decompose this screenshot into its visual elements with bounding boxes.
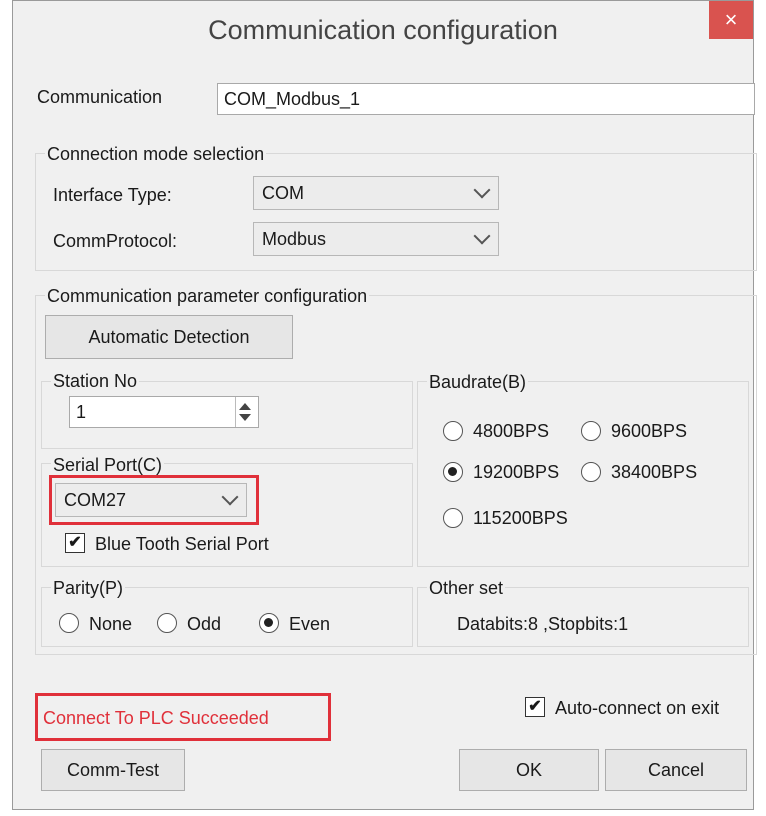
communication-label: Communication bbox=[37, 87, 163, 107]
automatic-detection-button[interactable]: Automatic Detection bbox=[45, 315, 293, 359]
other-set-text: Databits:8 ,Stopbits:1 bbox=[457, 614, 629, 634]
baudrate-title: Baudrate(B) bbox=[427, 372, 529, 393]
checkmark-icon: ✔ bbox=[68, 534, 82, 551]
chevron-down-icon bbox=[221, 488, 239, 506]
checkmark-icon: ✔ bbox=[528, 698, 542, 715]
auto-connect-label: Auto-connect on exit bbox=[555, 698, 720, 718]
close-button[interactable]: × bbox=[709, 1, 753, 39]
bluetooth-label: Blue Tooth Serial Port bbox=[95, 534, 269, 554]
interface-type-value: COM bbox=[262, 183, 304, 203]
spin-up-icon bbox=[239, 403, 251, 410]
other-set-title: Other set bbox=[427, 578, 506, 599]
baud-19200-radio[interactable] bbox=[443, 462, 463, 482]
baud-9600-label: 9600BPS bbox=[611, 421, 688, 441]
auto-connect-checkbox[interactable]: ✔ bbox=[525, 697, 545, 717]
chevron-down-icon bbox=[473, 181, 491, 199]
close-icon: × bbox=[724, 7, 738, 32]
parity-even-label: Even bbox=[289, 614, 331, 634]
bluetooth-checkbox[interactable]: ✔ bbox=[65, 533, 85, 553]
comm-params-title: Communication parameter configuration bbox=[45, 286, 370, 307]
cancel-button[interactable]: Cancel bbox=[605, 749, 747, 791]
interface-type-select[interactable]: COM bbox=[253, 176, 499, 210]
parity-odd-radio[interactable] bbox=[157, 613, 177, 633]
spin-down-icon bbox=[239, 414, 251, 421]
station-no-title: Station No bbox=[51, 371, 140, 392]
station-no-spinner[interactable] bbox=[235, 397, 254, 427]
parity-none-radio[interactable] bbox=[59, 613, 79, 633]
baud-38400-label: 38400BPS bbox=[611, 462, 698, 482]
communication-input[interactable]: COM_Modbus_1 bbox=[217, 83, 755, 115]
baud-4800-radio[interactable] bbox=[443, 421, 463, 441]
comm-protocol-value: Modbus bbox=[262, 229, 327, 249]
communication-config-dialog: Communication configuration × Communicat… bbox=[12, 0, 757, 810]
baud-38400-radio[interactable] bbox=[581, 462, 601, 482]
interface-type-label: Interface Type: bbox=[53, 185, 172, 205]
station-no-input[interactable]: 1 bbox=[69, 396, 259, 428]
status-text: Connect To PLC Succeeded bbox=[43, 708, 269, 728]
serial-port-value: COM27 bbox=[64, 490, 127, 510]
serial-port-select[interactable]: COM27 bbox=[55, 483, 247, 517]
ok-button[interactable]: OK bbox=[459, 749, 599, 791]
baud-115200-label: 115200BPS bbox=[473, 508, 568, 528]
chevron-down-icon bbox=[473, 227, 491, 245]
title-bar[interactable]: Communication configuration × bbox=[13, 1, 753, 59]
parity-even-radio[interactable] bbox=[259, 613, 279, 633]
connection-mode-title: Connection mode selection bbox=[45, 144, 267, 165]
dialog-title: Communication configuration bbox=[208, 15, 558, 45]
parity-title: Parity(P) bbox=[51, 578, 126, 599]
comm-protocol-label: CommProtocol: bbox=[53, 231, 178, 251]
comm-protocol-select[interactable]: Modbus bbox=[253, 222, 499, 256]
parity-odd-label: Odd bbox=[187, 614, 222, 634]
parity-none-label: None bbox=[89, 614, 133, 634]
serial-port-title: Serial Port(C) bbox=[51, 455, 165, 476]
baud-4800-label: 4800BPS bbox=[473, 421, 550, 441]
baud-9600-radio[interactable] bbox=[581, 421, 601, 441]
baud-115200-radio[interactable] bbox=[443, 508, 463, 528]
baud-19200-label: 19200BPS bbox=[473, 462, 560, 482]
comm-test-button[interactable]: Comm-Test bbox=[41, 749, 185, 791]
